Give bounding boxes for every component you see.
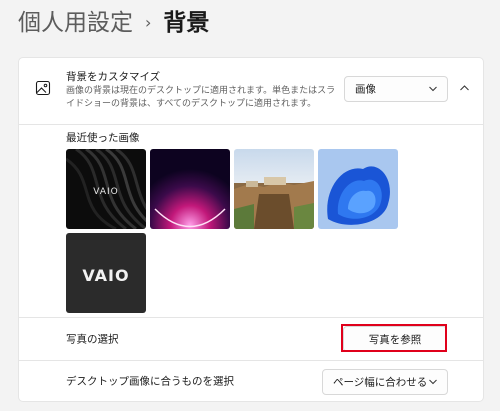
collapse-button[interactable] (456, 80, 472, 96)
browse-photos-button[interactable]: 写真を参照 (343, 326, 447, 352)
customize-description: 画像の背景は現在のデスクトップに適用されます。単色またはスライドショーの背景は、… (66, 86, 336, 109)
recent-image-cliff-town-landscape[interactable] (234, 149, 314, 229)
breadcrumb: 個人用設定 › 背景 (18, 6, 209, 40)
background-settings-panel: 背景をカスタマイズ 画像の背景は現在のデスクトップに適用されます。単色またはスラ… (18, 57, 484, 402)
svg-text:VAIO: VAIO (82, 266, 129, 285)
page-title: 背景 (163, 10, 210, 36)
recent-image-vaio-dark-waves[interactable]: VAIO (66, 149, 146, 229)
chevron-down-icon (429, 86, 437, 92)
fit-row: デスクトップ画像に合うものを選択 ページ幅に合わせる (19, 361, 483, 401)
background-type-value: 画像 (355, 83, 376, 96)
background-type-dropdown[interactable]: 画像 (344, 76, 448, 102)
svg-text:VAIO: VAIO (93, 187, 118, 197)
fit-label: デスクトップ画像に合うものを選択 (66, 375, 234, 388)
recent-images-section: 最近使った画像 VAIO VAIO (19, 125, 483, 318)
choose-photo-row: 写真の選択 写真を参照 (19, 318, 483, 361)
chevron-up-icon (459, 85, 469, 91)
fit-dropdown[interactable]: ページ幅に合わせる (322, 369, 448, 395)
breadcrumb-parent-link[interactable]: 個人用設定 (18, 6, 133, 40)
customize-background-header[interactable]: 背景をカスタマイズ 画像の背景は現在のデスクトップに適用されます。単色またはスラ… (19, 58, 483, 125)
fit-value: ページ幅に合わせる (333, 376, 428, 389)
recent-image-vaio-logo[interactable]: VAIO (66, 233, 146, 313)
customize-title: 背景をカスタマイズ (66, 71, 161, 83)
picture-icon (35, 80, 51, 96)
chevron-down-icon (429, 379, 437, 385)
recent-images-title: 最近使った画像 (66, 132, 140, 144)
recent-image-purple-glow-arc[interactable] (150, 149, 230, 229)
choose-photo-label: 写真の選択 (66, 333, 119, 346)
recent-image-blue-bloom[interactable] (318, 149, 398, 229)
breadcrumb-separator: › (145, 13, 152, 32)
